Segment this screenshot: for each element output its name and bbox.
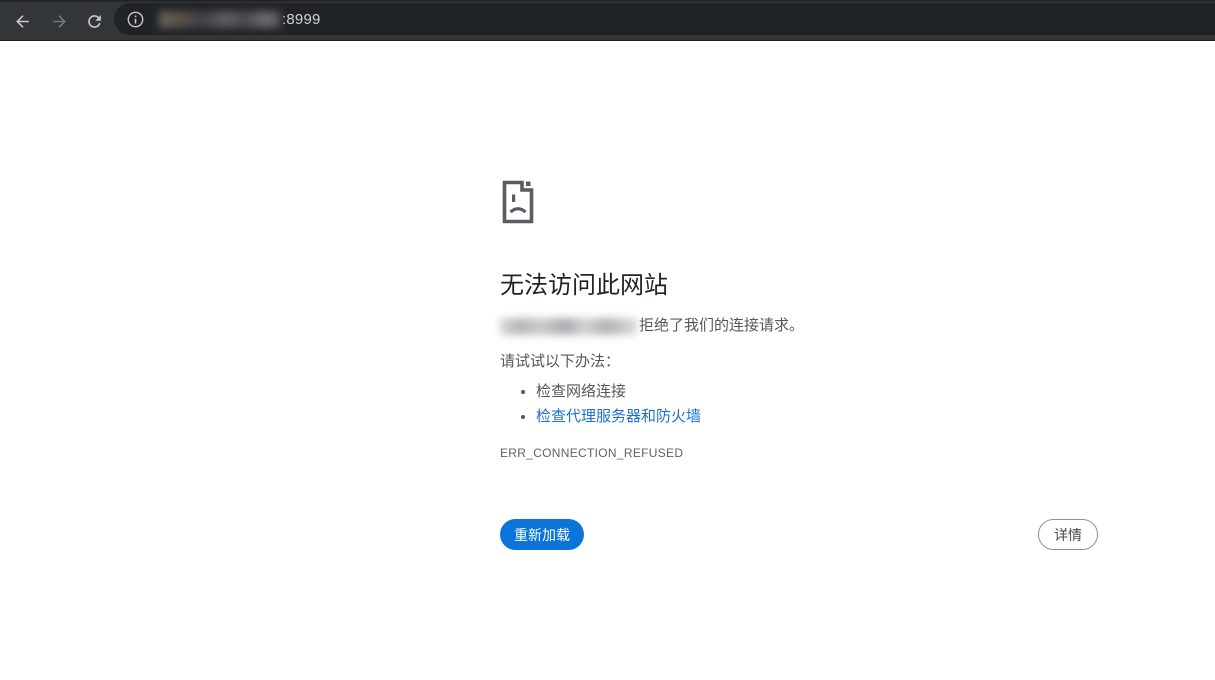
details-button[interactable]: 详情	[1038, 519, 1098, 550]
suggestions-list: 检查网络连接 检查代理服务器和防火墙	[500, 379, 1098, 429]
proxy-firewall-link[interactable]: 检查代理服务器和防火墙	[536, 408, 701, 425]
error-content: 无法访问此网站 拒绝了我们的连接请求。 请试试以下办法： 检查网络连接 检查代理…	[500, 178, 1098, 550]
censored-url-blur	[159, 10, 281, 28]
arrow-right-icon	[50, 12, 69, 31]
error-message-text: 拒绝了我们的连接请求。	[639, 317, 805, 334]
reload-button[interactable]	[80, 7, 108, 35]
sad-file-icon	[500, 178, 1098, 224]
info-icon[interactable]	[125, 9, 146, 30]
error-code: ERR_CONNECTION_REFUSED	[500, 446, 684, 460]
reload-page-button[interactable]: 重新加载	[500, 519, 584, 550]
button-row: 重新加载 详情	[500, 519, 1098, 550]
suggestions-heading: 请试试以下办法：	[500, 353, 621, 370]
error-title: 无法访问此网站	[500, 272, 668, 299]
address-bar[interactable]: :8999	[114, 3, 1215, 35]
back-button[interactable]	[8, 7, 36, 35]
reload-icon	[85, 12, 104, 31]
browser-toolbar: :8999	[0, 0, 1215, 41]
suggestion-item: 检查网络连接	[536, 379, 1098, 404]
url-port-text: :8999	[282, 10, 321, 28]
forward-button[interactable]	[45, 7, 73, 35]
error-message: 拒绝了我们的连接请求。	[500, 316, 1098, 336]
suggestion-item: 检查代理服务器和防火墙	[536, 404, 1098, 429]
censored-host-blur	[500, 317, 637, 335]
suggestion-label: 检查网络连接	[536, 383, 627, 400]
arrow-left-icon	[13, 12, 32, 31]
